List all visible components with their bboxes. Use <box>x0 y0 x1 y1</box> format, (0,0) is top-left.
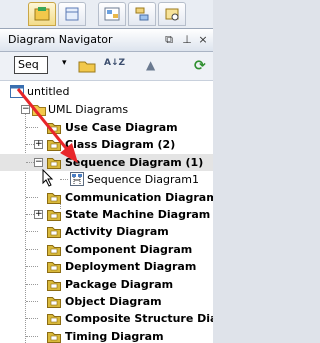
tree-category-item[interactable]: − Sequence Diagram (1) <box>0 153 213 171</box>
tree-category-item[interactable]: Composite Structure Diagram <box>0 310 213 327</box>
tree-category-item[interactable]: Activity Diagram <box>0 223 213 240</box>
folder-icon[interactable] <box>78 58 96 74</box>
diagram-folder-icon <box>47 192 61 204</box>
diagram-folder-icon <box>47 262 61 274</box>
diagram-folder-icon <box>47 314 61 326</box>
tree-guide-line <box>26 231 38 233</box>
diagram-folder-icon <box>47 297 61 308</box>
tree-item-label: Communication Diagram <box>65 190 213 204</box>
tree-item-label: Activity Diagram <box>65 225 169 239</box>
pin-icon[interactable]: ⊥ <box>180 33 194 47</box>
tree-item-label: Package Diagram <box>65 277 174 291</box>
tree-category-item[interactable]: Deployment Diagram <box>0 258 213 275</box>
tree-item-label: Object Diagram <box>65 295 162 308</box>
tree-item-label: Class Diagram (2) <box>65 138 176 152</box>
tree-item-label: Sequence Diagram1 <box>87 173 199 187</box>
tree-guide-line <box>26 335 38 337</box>
tree-item-label: Component Diagram <box>65 242 193 256</box>
tree-category-item[interactable]: Use Case Diagram <box>0 119 213 136</box>
sort-icon[interactable]: A↓Z <box>104 58 125 74</box>
tree-root[interactable]: untitled <box>0 83 213 100</box>
diagram-folder-icon <box>47 227 61 239</box>
project-icon <box>10 85 24 98</box>
tree-tab[interactable] <box>128 2 156 26</box>
tree-item-label: Timing Diagram <box>65 329 164 343</box>
explorer-tab[interactable] <box>158 2 186 26</box>
tree-diagram-item[interactable]: Sequence Diagram1 <box>0 171 213 188</box>
diagram-navigator-panel: Diagram Navigator ⧉ ⊥ × Seq ▾ A↓Z ▲ ⟳ un… <box>0 28 213 343</box>
tree-guide-line <box>26 266 38 268</box>
tree-category-item[interactable]: Object Diagram <box>0 293 213 310</box>
folder-icon <box>32 105 46 116</box>
tree-root-label: untitled <box>27 85 70 98</box>
tree-guide-line <box>26 301 38 302</box>
tree-item-label: Use Case Diagram <box>65 121 178 134</box>
navigator-toolbar: Seq ▾ A↓Z ▲ ⟳ <box>0 52 213 81</box>
panel-header: Diagram Navigator ⧉ ⊥ × <box>0 29 213 52</box>
sequence-diagram-icon <box>70 172 84 187</box>
tree-item-label: Deployment Diagram <box>65 260 197 274</box>
tree-guide-line <box>60 179 68 181</box>
tree-guide-line <box>26 196 38 198</box>
diagram-folder-icon <box>47 244 61 256</box>
tree-category-item[interactable]: Component Diagram <box>0 241 213 258</box>
tree-category-item[interactable]: Communication Diagram <box>0 189 213 206</box>
diagram-folder-icon <box>47 123 61 134</box>
tree-item-label: Sequence Diagram (1) <box>65 155 204 169</box>
diagram-folder-icon <box>47 210 61 221</box>
tree-category-item[interactable]: + Class Diagram (2) <box>0 136 213 153</box>
tree-category-item[interactable]: + State Machine Diagram (1) <box>0 206 213 223</box>
diagram-folder-icon <box>47 157 61 169</box>
tree-folder-uml[interactable]: − UML Diagrams <box>0 101 213 118</box>
tree-category-item[interactable]: Package Diagram <box>0 276 213 293</box>
tree-item-label: State Machine Diagram (1) <box>65 208 213 221</box>
class-tab-icon <box>65 7 79 21</box>
tree-tab-icon <box>135 7 149 21</box>
mouse-cursor-icon <box>42 169 54 187</box>
expand-icon[interactable]: + <box>34 140 43 150</box>
tree-guide-line <box>26 283 38 285</box>
collapse-icon[interactable]: − <box>34 157 43 167</box>
diagram-tree: untitled − UML Diagrams Use Case Diagram… <box>0 81 213 343</box>
collapse-icon[interactable]: − <box>21 105 30 114</box>
tree-folder-label: UML Diagrams <box>48 103 129 116</box>
diagram-folder-icon <box>47 140 61 152</box>
diagram-folder-icon <box>47 331 61 343</box>
tree-guide-line <box>26 318 38 320</box>
diagram-tab[interactable] <box>98 2 126 26</box>
tree-guide-line <box>26 248 38 250</box>
refresh-icon[interactable]: ⟳ <box>194 58 212 74</box>
tree-item-label: Composite Structure Diagram <box>65 312 213 326</box>
expand-icon[interactable]: + <box>34 210 43 219</box>
search-input[interactable]: Seq <box>14 56 48 74</box>
class-tab[interactable] <box>58 2 86 26</box>
restore-icon[interactable]: ⧉ <box>162 33 176 47</box>
close-icon[interactable]: × <box>196 33 210 47</box>
perspective-tab-bar <box>0 0 213 28</box>
model-tab[interactable] <box>28 2 56 26</box>
tree-category-item[interactable]: Timing Diagram <box>0 328 213 343</box>
move-up-icon[interactable]: ▲ <box>146 58 164 74</box>
model-tab-icon <box>34 7 50 21</box>
diagram-folder-icon <box>47 279 61 291</box>
diagram-tab-icon <box>104 7 120 21</box>
explorer-tab-icon <box>165 8 179 21</box>
panel-title: Diagram Navigator <box>8 33 113 46</box>
tree-guide-line <box>26 127 38 128</box>
